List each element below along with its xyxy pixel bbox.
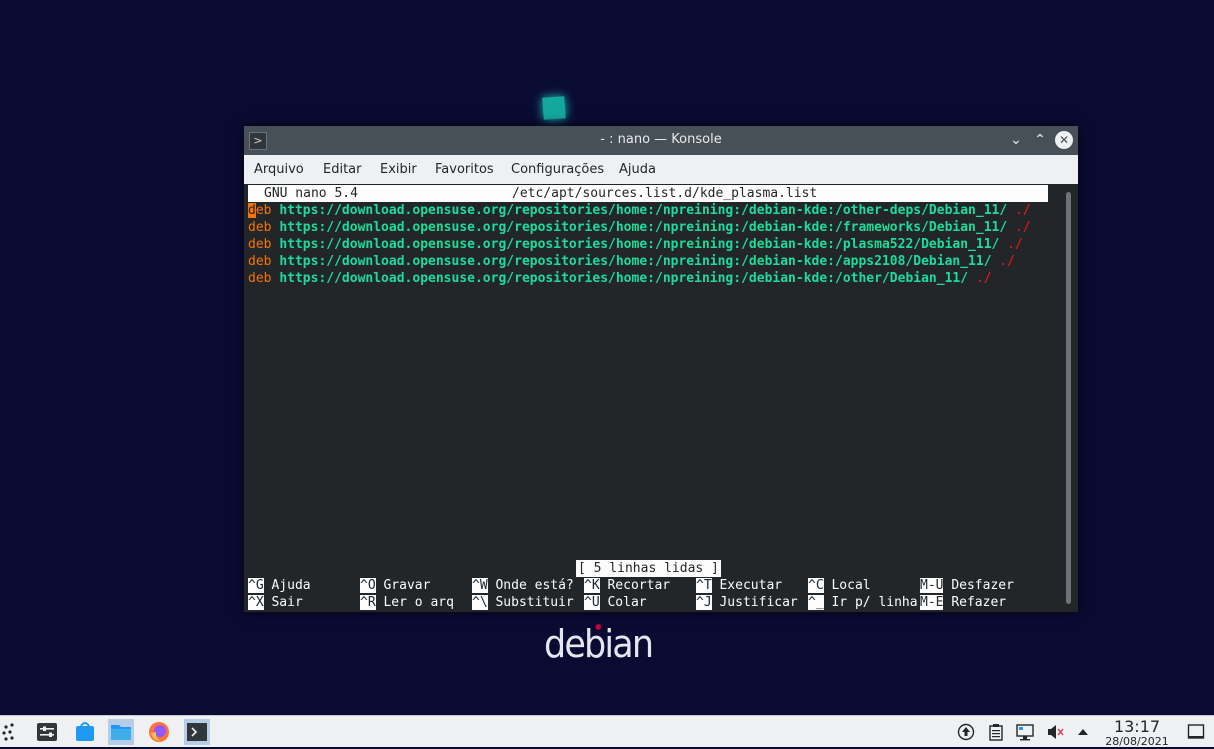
shortcut-gravar[interactable]: ^O Gravar [360, 577, 430, 594]
shortcut-desfazer[interactable]: M-U Desfazer [920, 577, 1014, 594]
line-type: deb [248, 271, 272, 286]
line-dist: ./ [999, 254, 1016, 269]
shortcut-onde-esta[interactable]: ^W Onde está? [472, 577, 574, 594]
close-icon[interactable]: ✕ [1055, 131, 1073, 149]
shortcut-substituir[interactable]: ^\ Substituir [472, 594, 574, 611]
application-launcher-icon[interactable] [0, 719, 26, 745]
konsole-icon[interactable] [184, 719, 210, 745]
system-settings-icon[interactable] [34, 719, 60, 745]
nano-filename: /etc/apt/sources.list.d/kde_plasma.list [512, 186, 818, 201]
menu-bar: Arquivo Editar Exibir Favoritos Configur… [244, 155, 1078, 184]
konsole-window: > - : nano — Konsole ⌄ ⌃ ✕ Arquivo Edita… [244, 126, 1078, 612]
line-url: https://download.opensuse.org/repositori… [279, 271, 969, 286]
file-line: deb https://download.opensuse.org/reposi… [248, 219, 1031, 236]
nano-status-message: [ 5 linhas lidas ] [576, 560, 721, 577]
updates-icon[interactable] [957, 723, 975, 741]
shortcut-executar[interactable]: ^T Executar [696, 577, 782, 594]
title-bar[interactable]: > - : nano — Konsole ⌄ ⌃ ✕ [244, 126, 1078, 155]
clock-time[interactable]: 13:17 [1104, 717, 1170, 736]
terminal-scrollbar[interactable] [1066, 192, 1071, 604]
line-type: deb [248, 254, 272, 269]
nano-version: GNU nano 5.4 [264, 186, 358, 201]
shortcut-ler-arq[interactable]: ^R Ler o arq [360, 594, 454, 611]
nano-header: GNU nano 5.4/etc/apt/sources.list.d/kde_… [248, 185, 1048, 202]
window-title: - : nano — Konsole [600, 132, 722, 147]
show-desktop-icon[interactable] [1187, 723, 1205, 741]
shortcut-sair[interactable]: ^X Sair [248, 594, 303, 611]
file-line: deb https://download.opensuse.org/reposi… [248, 253, 1015, 270]
line-dist: ./ [1015, 203, 1031, 218]
menu-favoritos[interactable]: Favoritos [435, 162, 494, 177]
debian-logo-dot [595, 624, 602, 630]
file-line: deb https://download.opensuse.org/reposi… [248, 236, 1023, 253]
line-dist: ./ [975, 271, 992, 286]
volume-muted-icon[interactable] [1046, 723, 1064, 741]
menu-ajuda[interactable]: Ajuda [619, 162, 656, 177]
line-url: https://download.opensuse.org/repositori… [279, 220, 1008, 235]
shortcut-ir-linha[interactable]: ^_ Ir p/ linha [808, 594, 918, 611]
chevron-up-icon[interactable]: ⌃ [1030, 130, 1050, 150]
line-type: eb [255, 203, 272, 218]
shortcut-justificar[interactable]: ^J Justificar [696, 594, 798, 611]
shortcut-ajuda[interactable]: ^G Ajuda [248, 577, 311, 594]
discover-icon[interactable] [72, 719, 98, 745]
file-line: deb https://download.opensuse.org/reposi… [248, 202, 1031, 219]
menu-editar[interactable]: Editar [323, 162, 362, 177]
shortcut-refazer[interactable]: M-E Refazer [920, 594, 1006, 611]
shortcut-local[interactable]: ^C Local [808, 577, 871, 594]
menu-exibir[interactable]: Exibir [380, 162, 417, 177]
menu-arquivo[interactable]: Arquivo [254, 162, 304, 177]
firefox-icon[interactable] [146, 719, 172, 745]
shortcut-recortar[interactable]: ^K Recortar [584, 577, 670, 594]
shortcut-colar[interactable]: ^U Colar [584, 594, 647, 611]
file-line: deb https://download.opensuse.org/reposi… [248, 270, 992, 287]
clock-date[interactable]: 28/08/2021 [1100, 735, 1174, 748]
line-type-cursor: d [248, 203, 256, 218]
line-type: deb [248, 220, 272, 235]
line-url: https://download.opensuse.org/repositori… [279, 237, 1000, 252]
line-url: https://download.opensuse.org/repositori… [279, 254, 992, 269]
terminal-area[interactable]: GNU nano 5.4/etc/apt/sources.list.d/kde_… [244, 184, 1078, 612]
network-icon[interactable] [1016, 723, 1034, 741]
tray-expand-icon[interactable] [1074, 723, 1092, 741]
taskbar: 13:17 28/08/2021 [0, 715, 1214, 748]
chevron-down-icon[interactable]: ⌄ [1006, 130, 1026, 150]
clipboard-icon[interactable] [987, 723, 1005, 741]
menu-configuracoes[interactable]: Configurações [511, 162, 604, 177]
debian-logo: debian [544, 622, 654, 666]
line-url: https://download.opensuse.org/repositori… [279, 203, 1008, 218]
file-manager-icon[interactable] [108, 719, 134, 745]
line-dist: ./ [1015, 220, 1031, 235]
desktop-widget-icon[interactable] [542, 96, 566, 120]
line-dist: ./ [1007, 237, 1023, 252]
line-type: deb [248, 237, 272, 252]
